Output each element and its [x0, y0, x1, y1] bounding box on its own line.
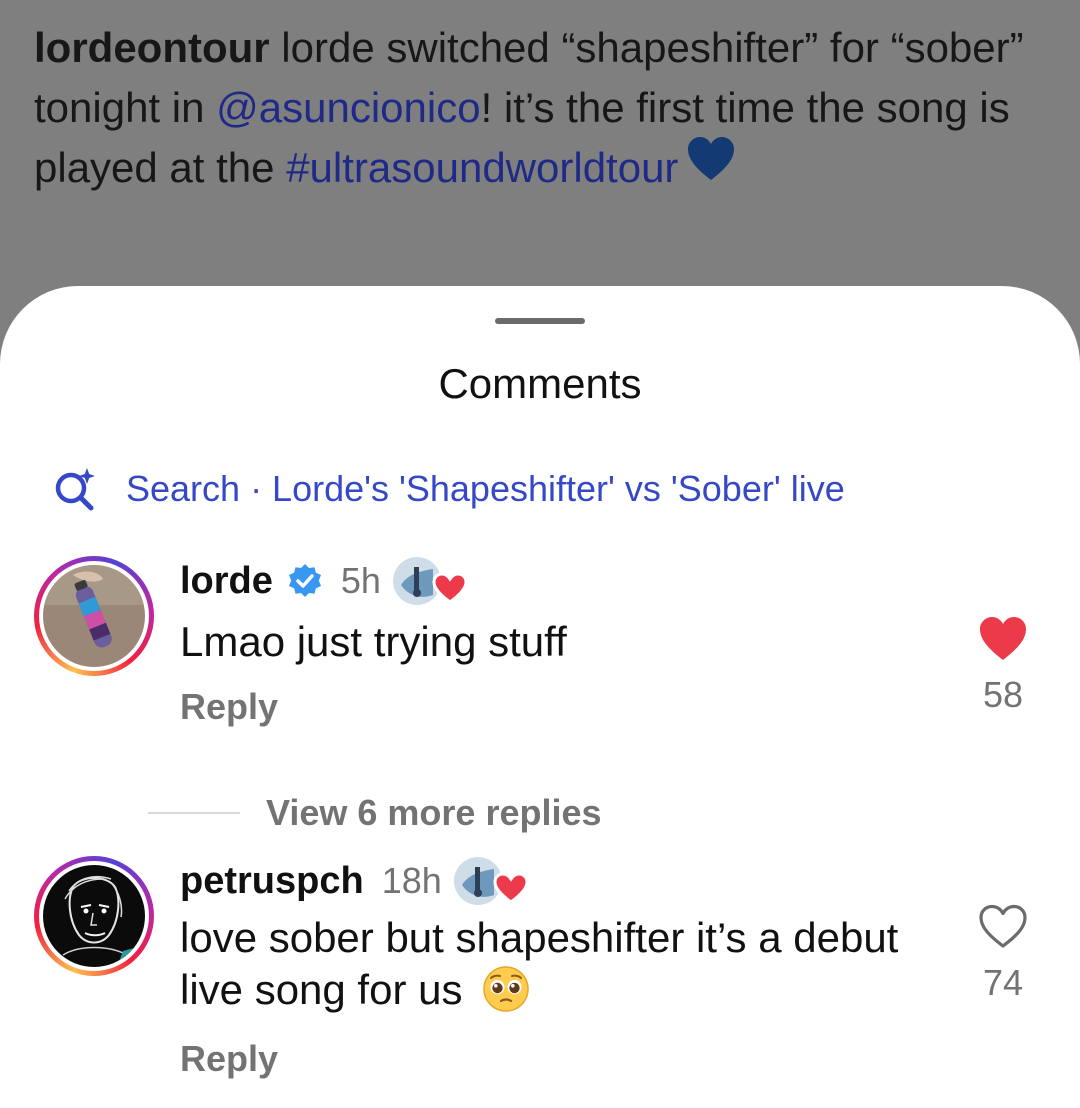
pleading-face-icon	[483, 966, 529, 1012]
ai-search-icon	[55, 468, 95, 511]
like-count: 74	[982, 962, 1024, 1003]
avatar	[43, 565, 145, 667]
sheet-drag-handle[interactable]	[495, 318, 585, 324]
search-suggestion-label: Search · Lorde's 'Shapeshifter' vs 'Sobe…	[126, 468, 845, 509]
meta-ai-search-suggestion[interactable]: Search · Lorde's 'Shapeshifter' vs 'Sobe…	[52, 464, 845, 514]
verified-badge-icon	[288, 564, 321, 597]
mention-link[interactable]: @asuncionico	[216, 84, 480, 131]
avatar	[43, 865, 145, 967]
comment-text-content: love sober but shapeshifter it’s a debut…	[180, 914, 899, 1013]
liked-by-creator-icon	[453, 855, 530, 907]
reply-button[interactable]: Reply	[180, 1038, 278, 1080]
story-ring[interactable]	[34, 856, 154, 976]
replies-divider-line	[148, 812, 240, 814]
sheet-title: Comments	[438, 360, 642, 407]
story-ring[interactable]	[34, 556, 154, 676]
reply-button[interactable]: Reply	[180, 686, 278, 728]
hashtag-link[interactable]: #ultrasoundworldtour	[286, 144, 678, 191]
view-more-replies-button[interactable]: View 6 more replies	[148, 788, 602, 838]
like-button-filled-heart-icon[interactable]	[978, 616, 1028, 662]
view-more-replies-label: View 6 more replies	[266, 792, 602, 833]
post-username[interactable]: lordeontour	[34, 24, 270, 71]
post-caption: lordeontour lorde switched “shapeshifter…	[34, 18, 1044, 198]
blue-heart-icon	[686, 136, 736, 198]
comment-time: 18h	[381, 860, 442, 901]
liked-by-creator-icon	[392, 555, 469, 607]
comment-text: Lmao just trying stuff	[180, 618, 567, 665]
comment-time: 5h	[340, 560, 381, 601]
like-button-outline-heart-icon[interactable]	[978, 904, 1028, 950]
comment-username[interactable]: lorde	[180, 560, 273, 603]
comments-sheet: Comments Search · Lorde's 'Shapeshifter'…	[0, 286, 1080, 1108]
comment-username[interactable]: petruspch	[180, 860, 364, 903]
like-count: 58	[982, 674, 1024, 715]
comment-text: love sober but shapeshifter it’s a debut…	[180, 912, 900, 1016]
